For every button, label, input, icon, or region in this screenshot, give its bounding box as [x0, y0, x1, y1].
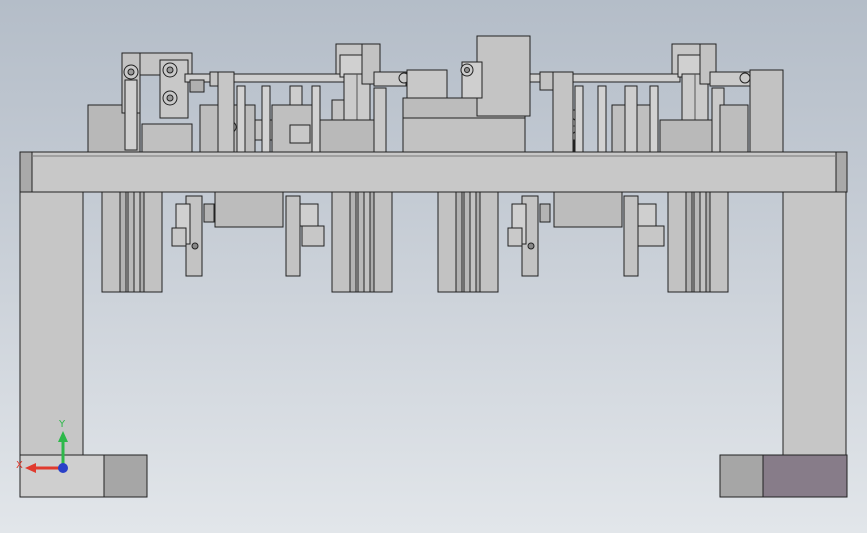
x-axis-label: X — [16, 460, 23, 471]
fixture-model-front-view[interactable]: Y X — [0, 0, 867, 533]
lower-clamp-right[interactable] — [507, 191, 665, 277]
lower-clamp-left[interactable] — [171, 191, 325, 277]
upper-mechanism-left[interactable] — [87, 43, 410, 153]
upper-mechanism-right[interactable] — [529, 43, 784, 155]
cad-graphics-viewport[interactable]: Y X — [0, 0, 867, 533]
top-plate[interactable] — [19, 151, 848, 193]
y-axis-label: Y — [58, 419, 66, 430]
right-leg[interactable] — [719, 191, 848, 498]
upper-mechanism-center[interactable] — [402, 35, 531, 153]
